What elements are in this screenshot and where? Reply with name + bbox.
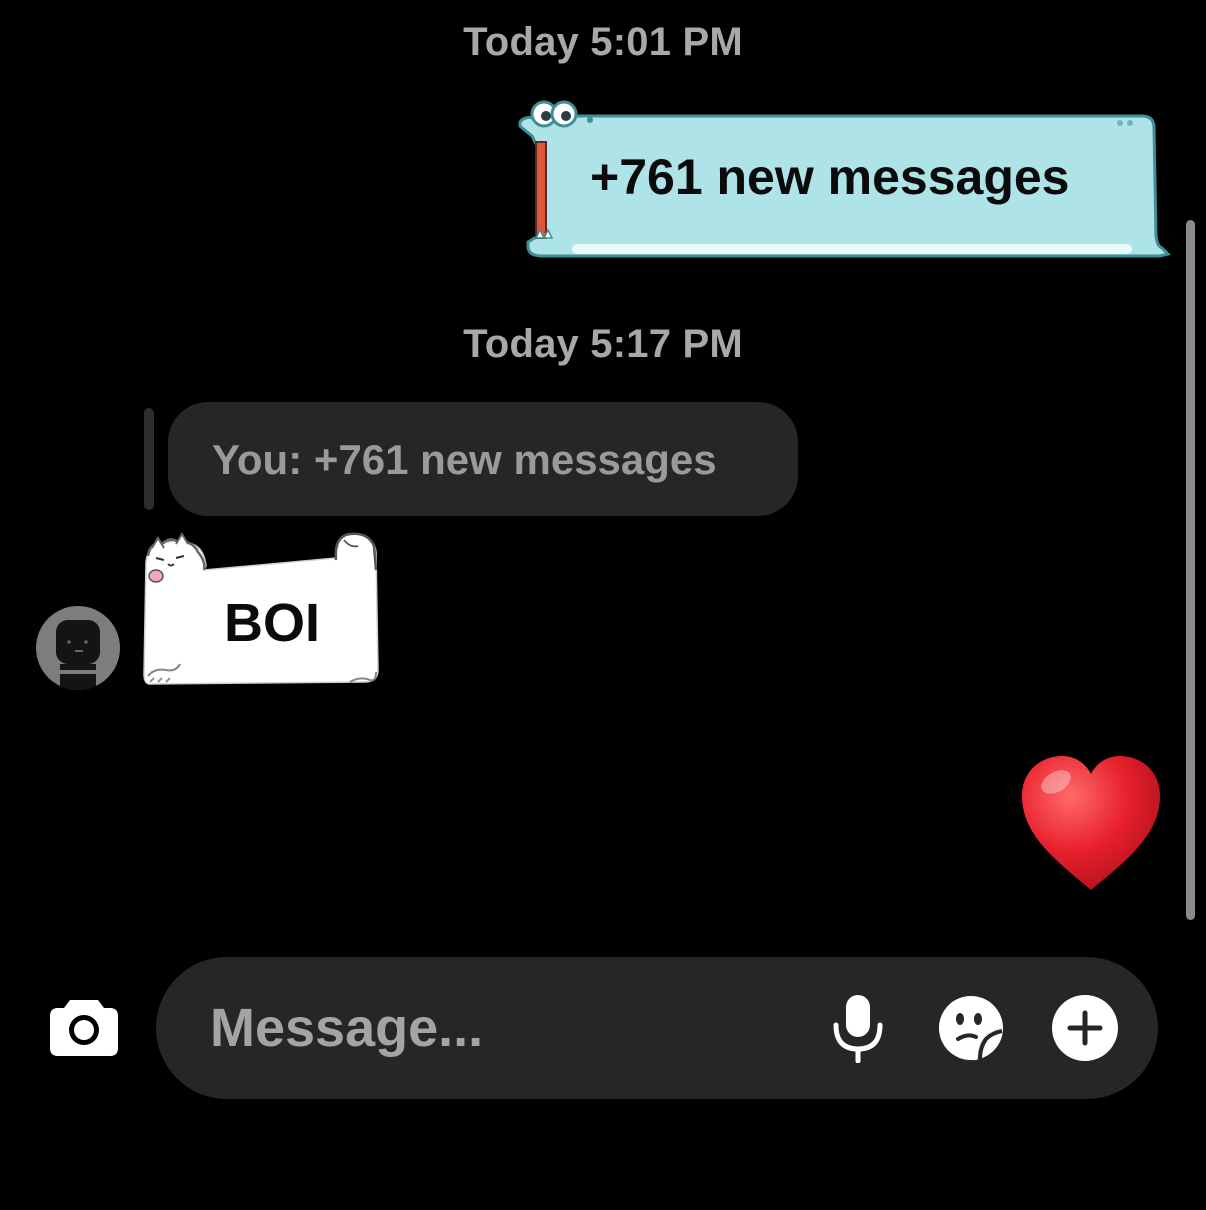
message-timestamp: Today 5:17 PM bbox=[463, 322, 743, 366]
camera-icon[interactable] bbox=[48, 994, 120, 1058]
received-message-text: BOI bbox=[224, 593, 321, 653]
avatar[interactable] bbox=[36, 606, 120, 690]
message-timestamp: Today 5:01 PM bbox=[463, 20, 743, 64]
plus-icon[interactable] bbox=[1050, 993, 1120, 1063]
reply-preview[interactable]: You: +761 new messages bbox=[168, 402, 798, 516]
message-composer bbox=[156, 957, 1158, 1099]
received-message-bubble[interactable]: BOI bbox=[140, 530, 384, 690]
reply-indicator-bar bbox=[144, 408, 154, 510]
reply-preview-text: You: +761 new messages bbox=[212, 436, 717, 483]
chat-screen: Today 5:01 PM +761 new messages Today 5:… bbox=[0, 0, 1206, 1210]
heart-icon[interactable] bbox=[1018, 752, 1164, 894]
avatar-figure-icon bbox=[56, 620, 100, 690]
sent-message-bubble[interactable]: +761 new messages bbox=[512, 96, 1172, 264]
sent-message-text: +761 new messages bbox=[590, 149, 1070, 205]
scrollbar[interactable] bbox=[1186, 220, 1195, 920]
message-input[interactable] bbox=[210, 993, 770, 1063]
microphone-icon[interactable] bbox=[828, 993, 888, 1063]
sticker-icon[interactable] bbox=[936, 993, 1006, 1063]
